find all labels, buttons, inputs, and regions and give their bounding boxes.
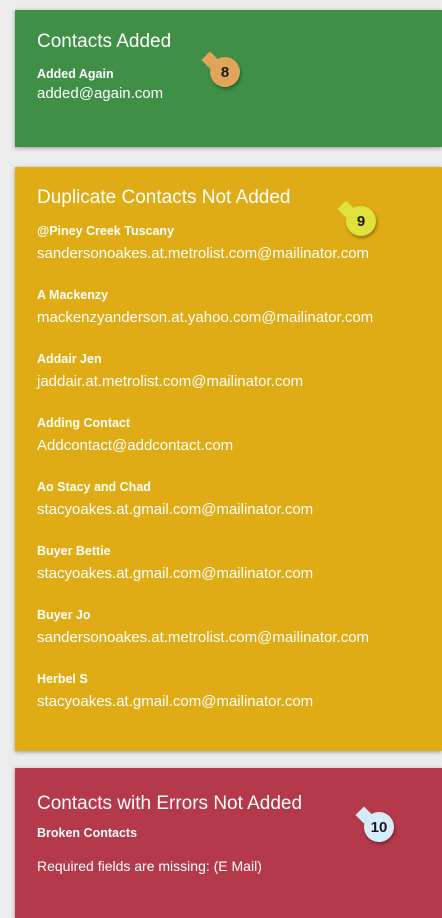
duplicate-contact-email: mackenzyanderson.at.yahoo.com@mailinator…: [37, 309, 374, 326]
duplicate-contact-email: stacyoakes.at.gmail.com@mailinator.com: [37, 501, 314, 518]
duplicate-contacts-title: Duplicate Contacts Not Added: [37, 187, 291, 208]
duplicate-contact-name: Ao Stacy and Chad: [37, 480, 151, 494]
duplicate-contact-name: A Mackenzy: [37, 288, 109, 302]
duplicate-contact-email: sandersonoakes.at.metrolist.com@mailinat…: [37, 629, 370, 646]
error-contact-name: Broken Contacts: [37, 826, 138, 840]
duplicate-contacts-panel: Duplicate Contacts Not Added 9 @Piney Cr…: [15, 167, 442, 751]
step-badge-9: 9: [337, 200, 376, 236]
duplicate-contact-name: Buyer Jo: [37, 608, 91, 622]
step-badge-10: 10: [355, 806, 394, 842]
duplicate-contact-name: @Piney Creek Tuscany: [37, 224, 175, 238]
duplicate-contact-name: Addair Jen: [37, 352, 102, 366]
duplicate-contact-name: Adding Contact: [37, 416, 131, 430]
contacts-added-panel: Contacts Added Added Again added@again.c…: [15, 10, 442, 147]
error-contact-message: Required fields are missing: (E Mail): [37, 858, 262, 874]
duplicate-contact-email: Addcontact@addcontact.com: [37, 437, 234, 454]
duplicate-contact-name: Herbel S: [37, 672, 88, 686]
errors-contacts-panel: Contacts with Errors Not Added 10 Broken…: [15, 768, 442, 918]
duplicate-contact-email: stacyoakes.at.gmail.com@mailinator.com: [37, 693, 314, 710]
added-contact-name: Added Again: [37, 67, 114, 81]
duplicate-contact-name: Buyer Bettie: [37, 544, 111, 558]
contacts-added-title: Contacts Added: [37, 31, 172, 52]
added-contact-email: added@again.com: [37, 85, 164, 102]
duplicate-contact-email: jaddair.at.metrolist.com@mailinator.com: [37, 373, 304, 390]
duplicate-contact-email: stacyoakes.at.gmail.com@mailinator.com: [37, 565, 314, 582]
errors-contacts-title: Contacts with Errors Not Added: [37, 793, 303, 814]
duplicate-contact-email: sandersonoakes.at.metrolist.com@mailinat…: [37, 245, 370, 262]
step-badge-8: 8: [201, 51, 240, 87]
